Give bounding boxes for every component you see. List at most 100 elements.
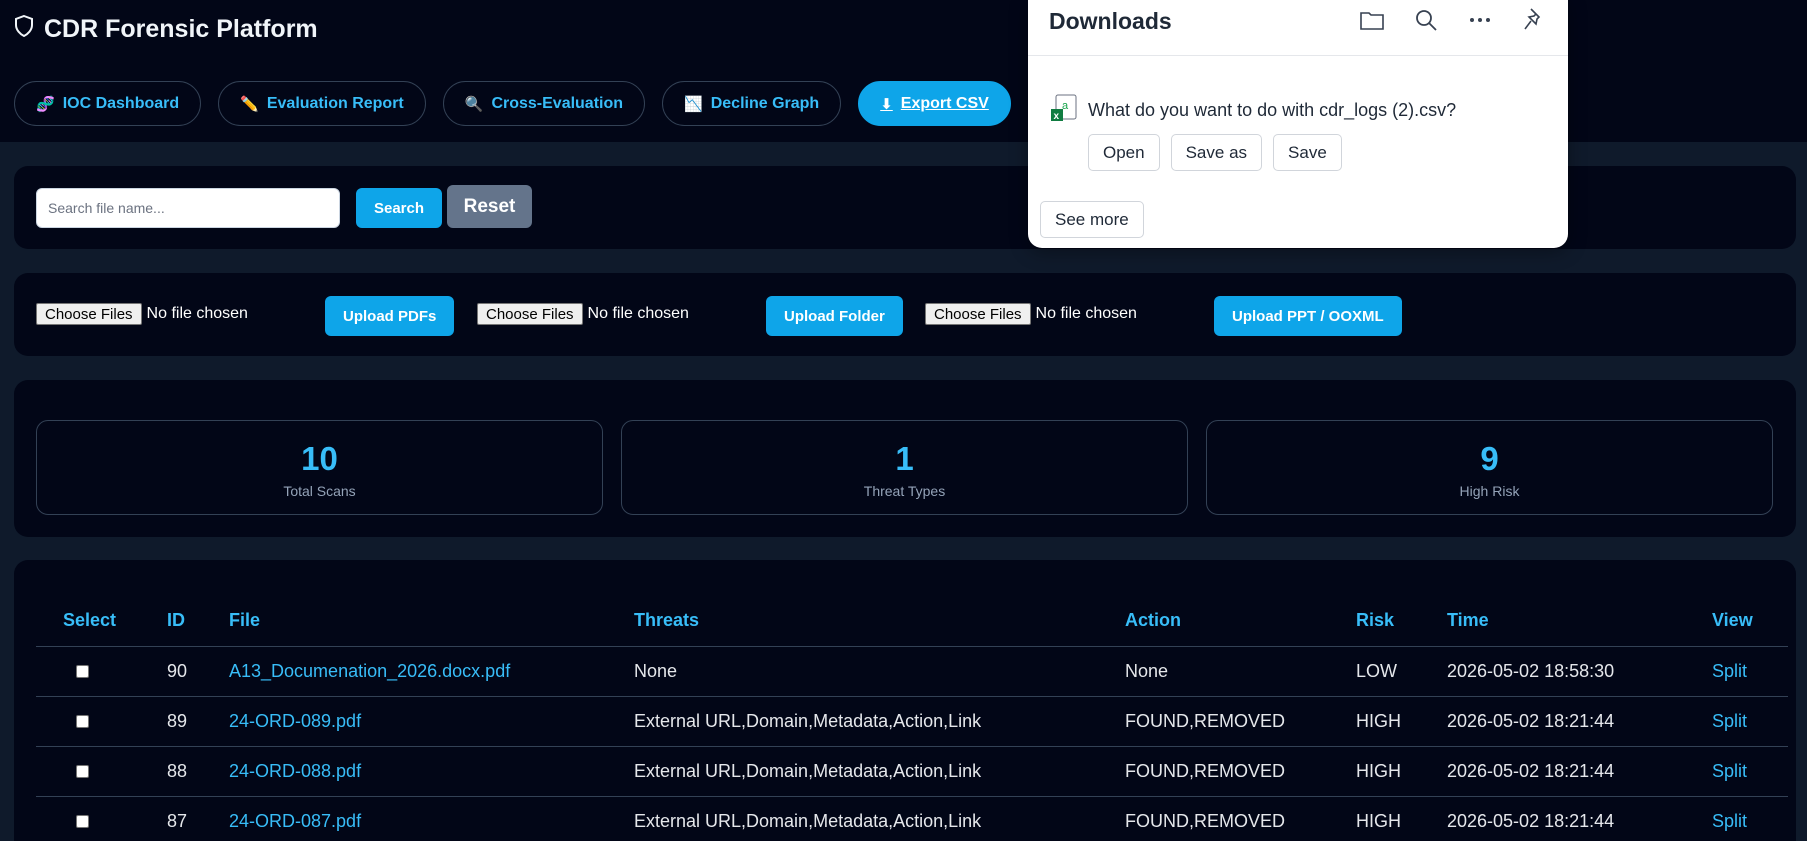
downloads-toolbar [1358,6,1548,34]
row-risk: HIGH [1329,796,1420,841]
chart-decreasing-icon: 📉 [684,95,703,113]
row-time: 2026-05-02 18:58:30 [1420,646,1685,697]
row-threats: External URL,Domain,Metadata,Action,Link [607,796,1098,841]
decline-graph-button[interactable]: 📉 Decline Graph [662,81,842,126]
col-action: Action [1098,596,1329,647]
ooxml-file-picker: Choose Files No file chosen [925,303,1137,325]
stat-card-high-risk: 9 High Risk [1206,420,1773,515]
folder-icon[interactable] [1358,6,1386,34]
row-select-cell [36,646,140,697]
scans-table: Select ID File Threats Action Risk Time … [36,596,1788,841]
folder-file-picker: Choose Files No file chosen [477,303,689,325]
row-risk: HIGH [1329,696,1420,747]
file-status: No file chosen [1035,305,1137,322]
col-threats: Threats [607,596,1098,647]
row-view-link[interactable]: Split [1685,646,1788,697]
row-checkbox[interactable] [76,665,89,679]
app-title: CDR Forensic Platform [44,14,318,43]
row-action: FOUND,REMOVED [1098,796,1329,841]
file-status: No file chosen [587,305,689,322]
row-risk: HIGH [1329,746,1420,797]
row-action: FOUND,REMOVED [1098,746,1329,797]
table-row: 89 24-ORD-089.pdf External URL,Domain,Me… [36,696,1788,747]
row-threats: None [607,646,1098,697]
cross-evaluation-button[interactable]: 🔍 Cross-Evaluation [442,81,646,126]
stats-panel: 10 Total Scans 1 Threat Types 9 High Ris… [14,380,1796,537]
nav-label: Export CSV [900,94,989,112]
save-as-button[interactable]: Save as [1170,134,1263,171]
search-icon[interactable] [1412,6,1440,34]
dna-icon: 🧬 [36,95,55,113]
reset-button[interactable]: Reset [447,185,532,228]
svg-text:a: a [1062,100,1069,112]
main-nav: 🧬 IOC Dashboard ✏️ Evaluation Report 🔍 C… [14,81,1011,126]
col-id: ID [140,596,202,647]
row-checkbox[interactable] [76,765,89,779]
see-more-button[interactable]: See more [1040,201,1144,238]
col-time: Time [1420,596,1685,647]
row-view-link[interactable]: Split [1685,746,1788,797]
choose-files-button[interactable]: Choose Files [36,303,142,325]
stat-card-threat-types: 1 Threat Types [621,420,1188,515]
search-button[interactable]: Search [356,188,442,228]
magnifier-icon: 🔍 [464,95,484,113]
row-id: 90 [140,646,202,697]
col-risk: Risk [1329,596,1420,647]
row-risk: LOW [1329,646,1420,697]
col-file: File [202,596,607,647]
pencil-icon: ✏️ [240,95,259,113]
table-header-row: Select ID File Threats Action Risk Time … [36,596,1788,647]
file-status: No file chosen [146,305,248,322]
ioc-dashboard-button[interactable]: 🧬 IOC Dashboard [14,81,202,126]
download-arrow-icon: ⬇ [880,95,893,113]
save-button[interactable]: Save [1273,134,1342,171]
upload-panel: Choose Files No file chosen Upload PDFs … [14,273,1796,356]
table-row: 90 A13_Documenation_2026.docx.pdf None N… [36,646,1788,697]
upload-ppt-ooxml-button[interactable]: Upload PPT / OOXML [1214,296,1402,336]
row-file-link[interactable]: 24-ORD-089.pdf [202,696,607,747]
pin-icon[interactable] [1520,6,1548,34]
row-threats: External URL,Domain,Metadata,Action,Link [607,696,1098,747]
stat-value: 10 [301,440,338,477]
stat-label: Threat Types [863,483,946,499]
evaluation-report-button[interactable]: ✏️ Evaluation Report [218,81,426,126]
row-select-cell [36,746,140,797]
row-time: 2026-05-02 18:21:44 [1420,796,1685,841]
app-brand: CDR Forensic Platform [14,12,318,46]
export-csv-button[interactable]: ⬇ Export CSV [858,81,1011,126]
stat-label: Total Scans [283,483,356,499]
row-id: 89 [140,696,202,747]
scans-table-panel: Select ID File Threats Action Risk Time … [14,560,1796,841]
row-action: FOUND,REMOVED [1098,696,1329,747]
row-view-link[interactable]: Split [1685,696,1788,747]
table-row: 87 24-ORD-087.pdf External URL,Domain,Me… [36,796,1788,841]
stat-value: 9 [1480,440,1499,477]
choose-files-button[interactable]: Choose Files [477,303,583,325]
stat-card-total-scans: 10 Total Scans [36,420,603,515]
nav-label: IOC Dashboard [62,94,180,112]
more-icon[interactable] [1466,6,1494,34]
row-file-link[interactable]: A13_Documenation_2026.docx.pdf [202,646,607,697]
row-time: 2026-05-02 18:21:44 [1420,696,1685,747]
search-input[interactable] [36,188,340,228]
downloads-popup: Downloads a x What do you want to do wit… [1028,0,1568,248]
col-view: View [1685,596,1788,647]
row-id: 87 [140,796,202,841]
download-actions: Open Save as Save [1088,134,1342,171]
row-checkbox[interactable] [76,815,89,829]
stat-value: 1 [895,440,914,477]
downloads-divider [1028,55,1568,56]
row-view-link[interactable]: Split [1685,796,1788,841]
nav-label: Cross-Evaluation [491,94,624,112]
row-file-link[interactable]: 24-ORD-087.pdf [202,796,607,841]
row-checkbox[interactable] [76,715,89,729]
row-file-link[interactable]: 24-ORD-088.pdf [202,746,607,797]
row-threats: External URL,Domain,Metadata,Action,Link [607,746,1098,797]
upload-pdfs-button[interactable]: Upload PDFs [325,296,455,336]
open-button[interactable]: Open [1088,134,1160,171]
choose-files-button[interactable]: Choose Files [925,303,1031,325]
csv-file-icon: a x [1050,93,1080,128]
nav-label: Evaluation Report [266,94,404,112]
shield-icon [14,14,34,44]
upload-folder-button[interactable]: Upload Folder [766,296,903,336]
